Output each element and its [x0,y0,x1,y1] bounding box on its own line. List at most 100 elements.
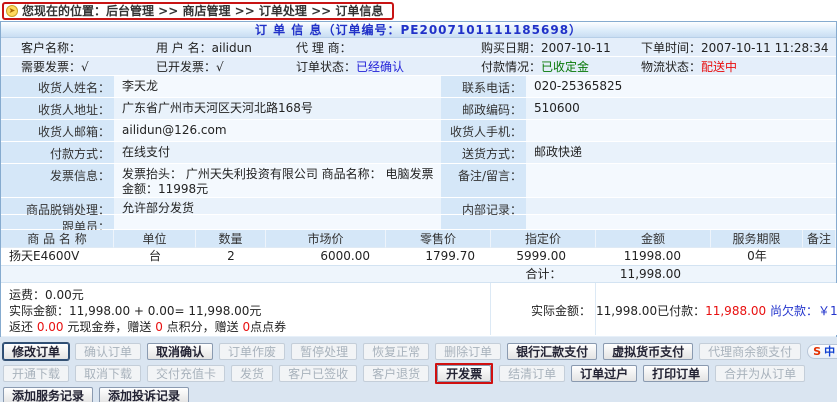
detail-empty-label [441,215,526,230]
invoice-button-highlight: 开发票 [435,363,493,384]
delete-order-button: 删除订单 [435,343,501,360]
payment-status-badge: 已收定金 [541,60,589,74]
add-complaint-record-button[interactable]: 添加投诉记录 [99,387,189,402]
actual-amount-value: 11,998.00 [596,304,657,318]
actual-amount-line: 实际金额：11,998.00 + 0.00= 11,998.00元 [9,303,490,319]
pause-processing-button: 暂停处理 [291,343,357,360]
product-table-row: 扬天E4600V 台 2 6000.00 1799.70 5999.00 119… [1,248,836,265]
purchase-date-field: 购买日期：2007-10-11 [461,39,621,56]
breadcrumb-bar: ➤ 您现在的位置：后台管理 >> 商店管理 >> 订单处理 >> 订单信息 [0,0,837,21]
product-table-total-row: 合计： 11,998.00 [1,265,836,282]
postcode-value: 510600 [526,98,836,120]
customer-return-button: 客户退货 [363,365,429,382]
cancel-download-button: 取消下载 [75,365,141,382]
receiver-address-value: 广东省广州市天河区天河北路168号 [114,98,441,120]
retail-price-cell: 1799.70 [386,248,491,265]
internal-record-label: 内部记录： [441,198,526,215]
breadcrumb[interactable]: ➤ 您现在的位置：后台管理 >> 商店管理 >> 订单处理 >> 订单信息 [2,2,394,20]
total-label: 合计： [491,265,596,282]
ime-sogou-logo-icon[interactable]: S [813,345,821,358]
agent-field: 代 理 商： [276,39,461,56]
transfer-order-button[interactable]: 订单过户 [571,365,637,382]
receiver-name-label: 收货人姓名： [1,76,114,98]
location-arrow-icon: ➤ [6,5,18,17]
receiver-mobile-label: 收货人手机： [441,120,526,142]
remark-message-value [526,164,836,198]
ship-button: 发货 [231,365,273,382]
shipping-method-value: 邮政快递 [526,142,836,164]
need-invoice-field: 需要发票：√ [1,58,136,75]
add-service-record-button[interactable]: 添加服务记录 [3,387,93,402]
internal-record-value [526,198,836,215]
bank-transfer-pay-button[interactable]: 银行汇款支付 [507,343,597,360]
unit-cell: 台 [114,248,196,265]
payment-method-value: 在线支付 [114,142,441,164]
void-order-button: 订单作废 [219,343,285,360]
paid-owed-line: 11,998.00已付款：11,988.00 尚欠款：￥10.00 [596,283,837,335]
receiver-name-value: 李天龙 [114,76,441,98]
owed-amount: ￥10.00 [818,304,837,318]
ime-toolbar[interactable]: S 中 ◗ ∴ ▦ ⚒ [807,344,837,359]
order-info-panel: 订 单 信 息（订单编号：PE2007101111185698） 客户名称： 用… [0,21,837,337]
receiver-address-label: 收货人地址： [1,98,114,120]
payment-summary: 运费：0.00元 实际金额：11,998.00 + 0.00= 11,998.0… [1,282,836,335]
service-term-cell: 0年 [711,248,803,265]
product-name-cell: 扬天E4600V [1,248,114,265]
col-note: 备注 [803,230,836,248]
market-price-cell: 6000.00 [266,248,386,265]
rebate-line: 返还 0.00 元现金券，赠送 0 点积分，赠送 0点点券 [9,319,490,335]
page-title: 订 单 信 息（订单编号：PE2007101111185698） [1,22,836,38]
col-assigned-price: 指定价 [491,230,596,248]
customer-name-field: 客户名称： [1,39,136,56]
agent-balance-pay-button: 代理商余额支付 [699,343,801,360]
assigned-price-cell: 5999.00 [491,248,596,265]
enable-download-button: 开通下载 [3,365,69,382]
postcode-label: 邮政编码： [441,98,526,120]
invoice-info-label: 发票信息： [1,164,114,198]
stockout-handling-label: 商品脱销处理： [1,198,114,215]
issue-invoice-button[interactable]: 开发票 [437,365,491,382]
remark-message-label: 备注/留言： [441,164,526,198]
invoice-issued-field: 已开发票：√ [136,58,276,75]
button-row-3: 添加服务记录 添加投诉记录 [3,387,837,402]
order-summary-row-2: 需要发票：√ 已开发票：√ 订单状态：已经确认 付款情况：已收定金 物流状态：配… [1,57,836,76]
ime-language-mode-icon[interactable]: 中 [824,345,835,358]
customer-signed-button: 客户已签收 [279,365,357,382]
resume-normal-button: 恢复正常 [363,343,429,360]
logistics-status-field: 物流状态：配送中 [621,58,836,75]
order-detail-grid: 收货人姓名： 李天龙 联系电话： 020-25365825 收货人地址： 广东省… [1,76,836,230]
order-summary-row-1: 客户名称： 用 户 名：ailidun 代 理 商： 购买日期：2007-10-… [1,38,836,57]
col-market-price: 市场价 [266,230,386,248]
order-follower-value [114,215,441,230]
amount-cell: 11998.00 [596,248,711,265]
cancel-confirm-button[interactable]: 取消确认 [147,343,213,360]
qty-cell: 2 [196,248,266,265]
col-amount: 金额 [596,230,711,248]
detail-empty-value [526,215,836,230]
virtual-currency-pay-button[interactable]: 虚拟货币支付 [603,343,693,360]
deliver-recharge-card-button: 交付充值卡 [147,365,225,382]
print-order-button[interactable]: 打印订单 [643,365,709,382]
order-status-field: 订单状态：已经确认 [276,58,461,75]
payment-method-label: 付款方式： [1,142,114,164]
paid-amount: 11,988.00 [705,304,766,318]
col-qty: 数量 [196,230,266,248]
username-field: 用 户 名：ailidun [136,39,276,56]
col-product-name: 商 品 名 称 [1,230,114,248]
contact-phone-label: 联系电话： [441,76,526,98]
action-button-area: 修改订单 确认订单 取消确认 订单作废 暂停处理 恢复正常 删除订单 银行汇款支… [0,337,837,402]
order-time-field: 下单时间：2007-10-11 11:28:34 [621,39,836,56]
merge-as-sub-order-button: 合并为从订单 [715,365,805,382]
actual-amount-label: 实际金额： [491,283,596,335]
col-retail-price: 零售价 [386,230,491,248]
receiver-email-value: ailidun@126.com [114,120,441,142]
order-status-badge: 已经确认 [356,60,404,74]
modify-order-button[interactable]: 修改订单 [3,343,69,360]
logistics-status-badge: 配送中 [701,60,737,74]
invoice-info-value: 发票抬头： 广州天失利投资有限公司 商品名称： 电脑发票金额：11998元 [114,164,441,198]
settle-order-button: 结清订单 [499,365,565,382]
contact-phone-value: 020-25365825 [526,76,836,98]
receiver-mobile-value [526,120,836,142]
note-cell [803,248,836,265]
button-row-2: 开通下载 取消下载 交付充值卡 发货 客户已签收 客户退货 开发票 结清订单 订… [3,363,837,384]
